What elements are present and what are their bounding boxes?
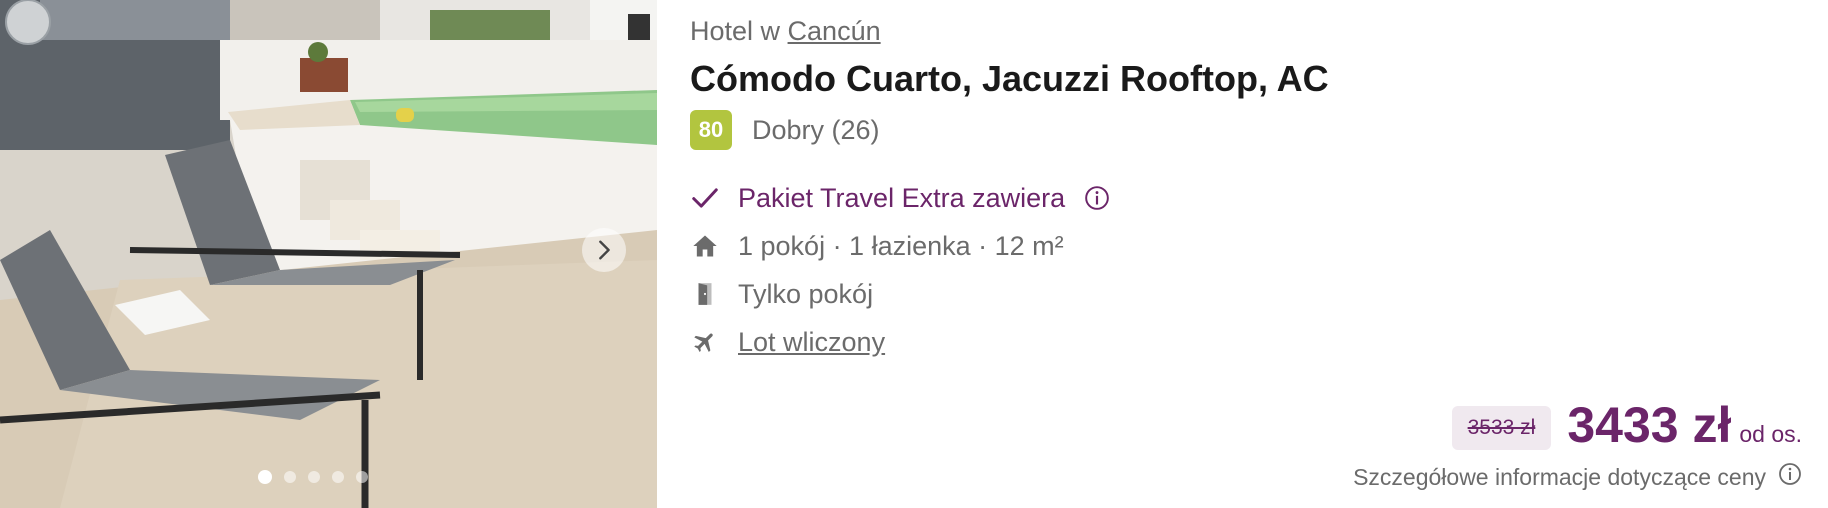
per-person-label: od os.	[1739, 421, 1802, 447]
board-label: Tylko pokój	[738, 278, 874, 309]
gallery-dot[interactable]	[308, 471, 320, 483]
hotel-listing-card[interactable]: Hotel w Cancún Cómodo Cuarto, Jacuzzi Ro…	[0, 0, 1828, 508]
package-label: Pakiet Travel Extra zawiera	[738, 182, 1066, 213]
gallery-pagination	[258, 470, 368, 484]
old-price: 3533 zł	[1451, 406, 1552, 450]
feature-rooms: 1 pokój · 1 łazienka · 12 m²	[690, 222, 1111, 270]
rating: 80 Dobry (26)	[690, 110, 880, 150]
property-type-label: Hotel w	[690, 16, 781, 46]
gallery-dot[interactable]	[332, 471, 344, 483]
price-details-label: Szczegółowe informacje dotyczące ceny	[1353, 463, 1766, 490]
gallery-dot[interactable]	[356, 471, 368, 483]
flight-included-link[interactable]: Lot wliczony	[738, 327, 885, 358]
current-price: 3433 zł	[1567, 397, 1732, 453]
location-link[interactable]: Cancún	[788, 16, 881, 46]
feature-flight: Lot wliczony	[690, 318, 1111, 366]
gallery-dot[interactable]	[258, 470, 272, 484]
chevron-right-icon	[599, 240, 610, 260]
rating-score-badge: 80	[690, 110, 732, 150]
feature-list: Pakiet Travel Extra zawiera 1 pokój · 1 …	[690, 174, 1111, 366]
feature-board: Tylko pokój	[690, 270, 1111, 318]
listing-info: Hotel w Cancún Cómodo Cuarto, Jacuzzi Ro…	[690, 0, 1828, 508]
plane-icon	[690, 327, 720, 357]
info-icon[interactable]	[1083, 184, 1111, 212]
hotel-photo-gallery[interactable]	[0, 0, 657, 508]
info-icon[interactable]	[1778, 462, 1802, 492]
house-icon	[690, 231, 720, 261]
next-photo-button[interactable]	[582, 228, 626, 272]
rooms-label: 1 pokój · 1 łazienka · 12 m²	[738, 230, 1064, 261]
listing-kicker: Hotel w Cancún	[690, 16, 881, 47]
rooftop-photo	[0, 0, 657, 508]
door-icon	[690, 279, 720, 309]
price-row: 3533 zł 3433 zł od os.	[1451, 397, 1802, 453]
price-details-link[interactable]: Szczegółowe informacje dotyczące ceny	[1353, 462, 1802, 492]
hotel-title[interactable]: Cómodo Cuarto, Jacuzzi Rooftop, AC	[690, 58, 1329, 100]
gallery-dot[interactable]	[284, 471, 296, 483]
feature-package: Pakiet Travel Extra zawiera	[690, 174, 1111, 222]
check-icon	[690, 183, 720, 213]
rating-label: Dobry (26)	[752, 114, 880, 145]
